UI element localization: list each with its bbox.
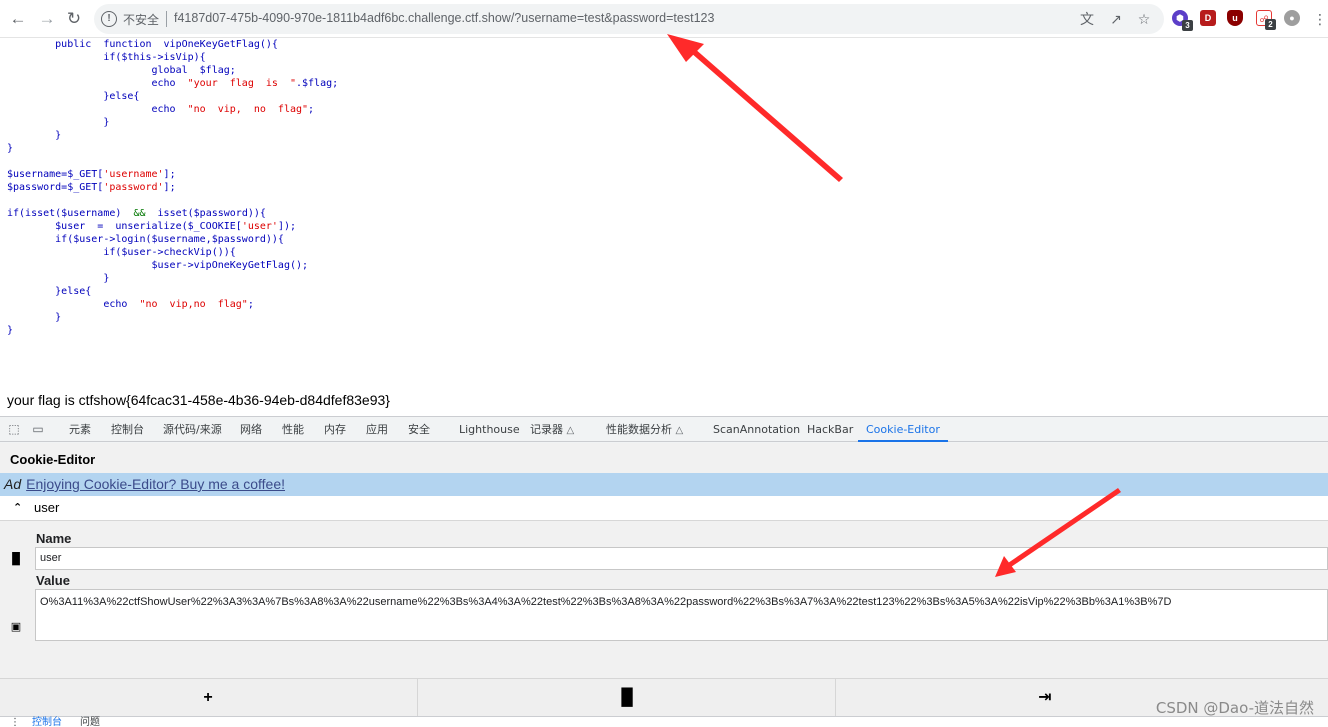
console-drawer-bar: ⋮ 控制台 问题 <box>0 716 1328 727</box>
ad-link[interactable]: Enjoying Cookie-Editor? Buy me a coffee! <box>26 476 285 492</box>
flask-icon: △ <box>566 425 575 436</box>
delete-all-cookies-button[interactable]: █ <box>418 679 836 717</box>
name-field-label: Name <box>36 531 72 546</box>
reload-icon[interactable]: ↻ <box>64 9 84 29</box>
value-field-label: Value <box>36 573 70 588</box>
save-icon[interactable]: ▣ <box>9 620 23 634</box>
php-source-code: public function vipOneKeyGetFlag(){ if($… <box>7 39 339 336</box>
tab-console[interactable]: 控制台 <box>111 417 144 442</box>
csdn-watermark: CSDN @Dao-道法自然 <box>1155 699 1314 717</box>
cookie-editor-title: Cookie-Editor <box>10 452 96 467</box>
cookie-name-input[interactable]: user <box>35 547 1328 570</box>
tab-network[interactable]: 网络 <box>240 417 262 442</box>
flag-output-text: your flag is ctfshow{64fcac31-458e-4b36-… <box>7 392 390 408</box>
device-toolbar-icon[interactable]: ▭ <box>31 422 45 436</box>
tab-elements[interactable]: 元素 <box>69 417 91 442</box>
cookie-value-textarea[interactable]: O%3A11%3A%22ctfShowUser%22%3A3%3A%7Bs%3A… <box>35 589 1328 641</box>
omnibox-divider <box>166 11 167 27</box>
bookmark-star-icon[interactable]: ☆ <box>1135 10 1153 28</box>
tab-sources[interactable]: 源代码/来源 <box>163 417 222 442</box>
tab-performance-insights[interactable]: 性能数据分析 △ <box>606 417 683 442</box>
address-bar[interactable]: ! 不安全 f4187d07-475b-4090-970e-1811b4adf6… <box>94 4 1164 34</box>
cookie-editor-panel: Cookie-Editor Ad Enjoying Cookie-Editor? … <box>0 443 1328 727</box>
trash-icon: █ <box>621 689 633 706</box>
tab-lighthouse[interactable]: Lighthouse <box>459 417 520 442</box>
tab-memory[interactable]: 内存 <box>324 417 346 442</box>
tab-hackbar[interactable]: HackBar <box>807 417 853 442</box>
devtools-panel: ⬚ ▭ 元素 控制台 源代码/来源 网络 性能 内存 应用 安全 Lightho… <box>0 416 1328 727</box>
tab-application[interactable]: 应用 <box>366 417 388 442</box>
tab-security[interactable]: 安全 <box>408 417 430 442</box>
share-icon[interactable]: ↗ <box>1107 10 1125 28</box>
security-status-label[interactable]: 不安全 <box>123 11 159 28</box>
info-icon[interactable]: ! <box>101 11 117 27</box>
drawer-menu-icon[interactable]: ⋮ <box>10 717 20 727</box>
link-extension-icon[interactable]: ☍ 2 <box>1256 10 1276 30</box>
browser-toolbar: ← → ↻ ! 不安全 f4187d07-475b-4090-970e-1811… <box>0 0 1328 38</box>
translate-icon[interactable]: 文 <box>1078 10 1096 28</box>
ad-banner: Ad Enjoying Cookie-Editor? Buy me a coffe… <box>0 473 1328 496</box>
red-square-extension-icon[interactable]: D <box>1200 10 1216 26</box>
tab-scan-annotation[interactable]: ScanAnnotation <box>713 417 800 442</box>
ublock-shield-icon[interactable]: u <box>1227 10 1243 26</box>
hexagon-extension-icon[interactable]: ⬢ 3 <box>1172 10 1193 31</box>
tab-performance-insights-label: 性能数据分析 <box>606 423 672 436</box>
plus-icon: + <box>203 689 213 706</box>
tab-recorder-label: 记录器 <box>530 423 563 436</box>
extension-badge: 2 <box>1265 19 1276 30</box>
tab-cookie-editor[interactable]: Cookie-Editor <box>858 417 948 442</box>
back-arrow-icon[interactable]: ← <box>8 9 28 29</box>
add-cookie-button[interactable]: + <box>0 679 418 717</box>
trash-icon[interactable]: █ <box>9 552 23 566</box>
chevron-up-icon[interactable]: ⌃ <box>13 501 22 514</box>
red-arrow-url <box>667 34 843 182</box>
cookie-row-header[interactable]: ⌃ user <box>0 496 1328 521</box>
devtools-tab-bar: ⬚ ▭ 元素 控制台 源代码/来源 网络 性能 内存 应用 安全 Lightho… <box>0 417 1328 442</box>
globe-extension-icon[interactable]: ● <box>1284 10 1300 26</box>
inspect-element-icon[interactable]: ⬚ <box>7 422 21 436</box>
ad-tag: Ad <box>4 476 22 492</box>
import-icon: ⇥ <box>1038 689 1052 706</box>
forward-arrow-icon[interactable]: → <box>37 9 57 29</box>
url-text[interactable]: f4187d07-475b-4090-970e-1811b4adf6bc.cha… <box>174 11 714 25</box>
drawer-tab-console[interactable]: 控制台 <box>32 717 62 727</box>
tab-recorder[interactable]: 记录器 △ <box>530 417 574 442</box>
cookie-name-header[interactable]: user <box>34 500 59 515</box>
tab-performance[interactable]: 性能 <box>282 417 304 442</box>
flask-icon: △ <box>675 425 684 436</box>
cookie-actions-bar: + █ ⇥ <box>0 678 1328 717</box>
drawer-tab-issues[interactable]: 问题 <box>80 717 100 727</box>
extension-badge: 3 <box>1182 20 1193 31</box>
more-menu-icon[interactable]: ⋮ <box>1310 9 1328 29</box>
